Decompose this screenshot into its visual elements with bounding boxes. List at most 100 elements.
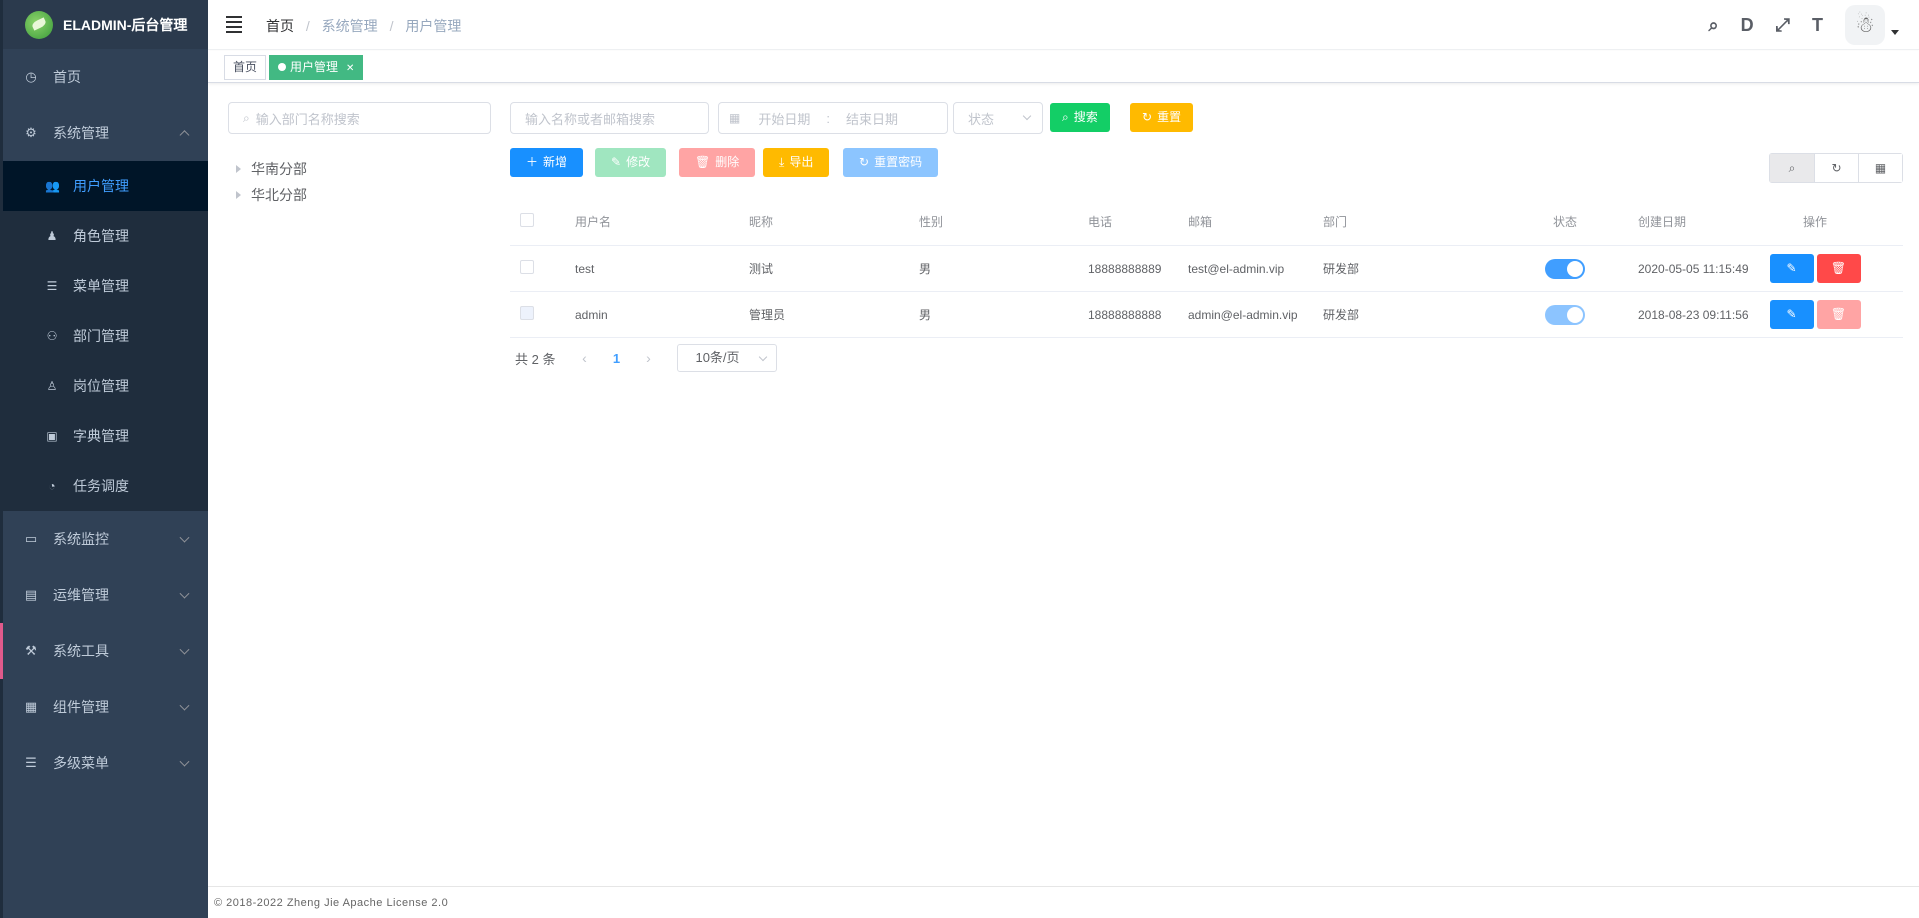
timer-icon: ◔	[48, 479, 56, 493]
table-tools: ⌕ ↻ ▦	[1769, 153, 1903, 183]
font-size-icon[interactable]: T	[1812, 15, 1823, 36]
row-select-cell	[510, 306, 575, 323]
tag-home[interactable]: 首页	[224, 55, 267, 80]
column-header: 操作	[1802, 215, 1827, 229]
table-row[interactable]: admin 管理员 男 18888888888 admin@el-admin.v…	[510, 292, 1903, 338]
gender-cell: 男	[919, 262, 932, 276]
sidebar-item-posts[interactable]: ♙ 岗位管理	[3, 361, 208, 411]
table-row[interactable]: test 测试 男 18888888889 test@el-admin.vip …	[510, 246, 1903, 292]
doc-icon[interactable]: D	[1741, 15, 1754, 36]
app-title: ELADMIN-后台管理	[63, 16, 188, 33]
username-cell: admin	[575, 307, 608, 322]
reset-button[interactable]: ↻ 重置	[1130, 103, 1194, 132]
active-marker	[0, 623, 3, 679]
reset-password-button[interactable]: ↻ 重置密码	[843, 148, 939, 177]
column-header[interactable]: 用户名	[575, 213, 749, 230]
column-header[interactable]: 昵称	[749, 213, 919, 230]
ops-cell: ✎ 🗑	[1765, 254, 1865, 283]
delete-button[interactable]: 🗑 删除	[679, 148, 756, 177]
refresh-icon: ↻	[859, 155, 870, 169]
dept-cell: 研发部	[1323, 308, 1360, 322]
fullscreen-icon[interactable]: ⤢	[1776, 15, 1790, 36]
grid-icon: ▦	[24, 699, 38, 714]
row-select-cell	[510, 260, 575, 277]
role-icon: ♟	[46, 229, 58, 243]
row-delete-button: 🗑	[1816, 300, 1861, 329]
tags-view: 首页 用户管理 ✕	[208, 51, 1919, 83]
sidebar-item-roles[interactable]: ♟ 角色管理	[3, 211, 208, 261]
search-icon[interactable]: ⌕	[1709, 15, 1719, 36]
navbar: 首页 / 系统管理 / 用户管理 ⌕ D ⤢ T ☃	[208, 0, 1919, 50]
hamburger-icon[interactable]	[226, 16, 242, 33]
avatar[interactable]: ☃	[1845, 5, 1885, 45]
dashboard-icon: ◷	[25, 69, 37, 84]
row-checkbox[interactable]	[520, 260, 534, 274]
add-button[interactable]: ＋新增	[510, 148, 584, 177]
pagination: 共 2 条 ‹ 1 › 10条/页	[515, 344, 778, 372]
sidebar-item-users[interactable]: 👥 用户管理	[3, 161, 208, 211]
chevron-down-icon	[179, 756, 190, 767]
status-toggle[interactable]	[1545, 258, 1585, 279]
logo-icon	[25, 10, 53, 39]
page-size-select[interactable]: 10条/页	[677, 344, 778, 372]
dept-cell: 研发部	[1323, 262, 1360, 276]
nickname-cell: 测试	[749, 262, 774, 276]
status-select[interactable]: 状态	[953, 102, 1043, 134]
export-button[interactable]: ⤓ 导出	[763, 148, 830, 177]
chevron-down-icon	[179, 588, 190, 599]
grid-icon: ▦	[1874, 161, 1887, 175]
refresh-button[interactable]: ↻	[1814, 154, 1858, 182]
list-icon: ☰	[25, 755, 37, 770]
row-delete-button[interactable]: 🗑	[1816, 254, 1861, 283]
prev-page-icon[interactable]: ‹	[569, 350, 599, 366]
breadcrumb-home[interactable]: 首页	[266, 18, 294, 34]
tree-node[interactable]: 华南分部	[230, 156, 307, 182]
app-logo[interactable]: ELADMIN-后台管理	[3, 0, 208, 49]
sidebar-item-jobs[interactable]: ◔ 任务调度	[3, 461, 208, 511]
column-header[interactable]: 电话	[1088, 213, 1188, 230]
toggle-search-button[interactable]: ⌕	[1770, 154, 1814, 182]
close-icon[interactable]: ✕	[346, 63, 354, 74]
sidebar-item-monitor[interactable]: ▭ 系统监控	[3, 511, 208, 567]
trash-icon: 🗑	[1830, 307, 1847, 321]
chevron-down-icon	[179, 700, 190, 711]
sidebar-item-system[interactable]: ⚙ 系统管理	[3, 105, 208, 161]
submenu-system: 👥 用户管理 ♟ 角色管理 ☰ 菜单管理 ⚇ 部门管理 ♙ 岗位管理 ▣ 字典管…	[3, 161, 208, 511]
sidebar-item-depts[interactable]: ⚇ 部门管理	[3, 311, 208, 361]
sidebar-item-home[interactable]: ◷ 首页	[3, 49, 208, 105]
sidebar-item-menus[interactable]: ☰ 菜单管理	[3, 261, 208, 311]
tree-node[interactable]: 华北分部	[230, 182, 307, 208]
breadcrumb: 首页 / 系统管理 / 用户管理	[266, 16, 461, 36]
trash-icon: 🗑	[695, 155, 711, 169]
columns-button[interactable]: ▦	[1858, 154, 1902, 182]
phone-cell: 18888888889	[1088, 261, 1162, 276]
sidebar-item-components[interactable]: ▦ 组件管理	[3, 679, 208, 735]
tag-users[interactable]: 用户管理 ✕	[269, 55, 364, 80]
plus-icon: ＋	[526, 155, 539, 169]
edit-button[interactable]: ✎ 修改	[595, 148, 667, 177]
sidebar-item-tools[interactable]: ⚒ 系统工具	[0, 623, 208, 679]
search-button[interactable]: ⌕ 搜索	[1050, 103, 1110, 132]
column-header[interactable]: 创建日期	[1623, 213, 1765, 230]
sidebar-item-dicts[interactable]: ▣ 字典管理	[3, 411, 208, 461]
download-icon: ⤓	[779, 155, 785, 169]
select-all-checkbox[interactable]	[520, 213, 534, 227]
next-page-icon[interactable]: ›	[633, 350, 663, 366]
nickname-cell: 管理员	[749, 308, 786, 322]
column-header[interactable]: 邮箱	[1188, 213, 1323, 230]
row-edit-button[interactable]: ✎	[1769, 300, 1814, 329]
row-edit-button[interactable]: ✎	[1769, 254, 1814, 283]
caret-down-icon[interactable]	[1891, 29, 1899, 35]
dept-search-input[interactable]: ⌕ 输入部门名称搜索	[228, 102, 491, 134]
date-range-picker[interactable]: ▦ 开始日期 : 结束日期	[718, 102, 948, 134]
sidebar-item-ops[interactable]: ▤ 运维管理	[3, 567, 208, 623]
page-number[interactable]: 1	[599, 351, 633, 366]
sidebar-item-nested[interactable]: ☰ 多级菜单	[3, 735, 208, 791]
trash-icon: 🗑	[1830, 261, 1847, 275]
search-icon: ⌕	[1062, 110, 1069, 124]
column-header[interactable]: 性别	[919, 213, 1088, 230]
column-header[interactable]: 状态	[1507, 213, 1623, 230]
name-search-input[interactable]: 输入名称或者邮箱搜索	[510, 102, 709, 134]
column-header[interactable]: 部门	[1323, 213, 1507, 230]
tools-icon: ⚒	[25, 643, 37, 658]
